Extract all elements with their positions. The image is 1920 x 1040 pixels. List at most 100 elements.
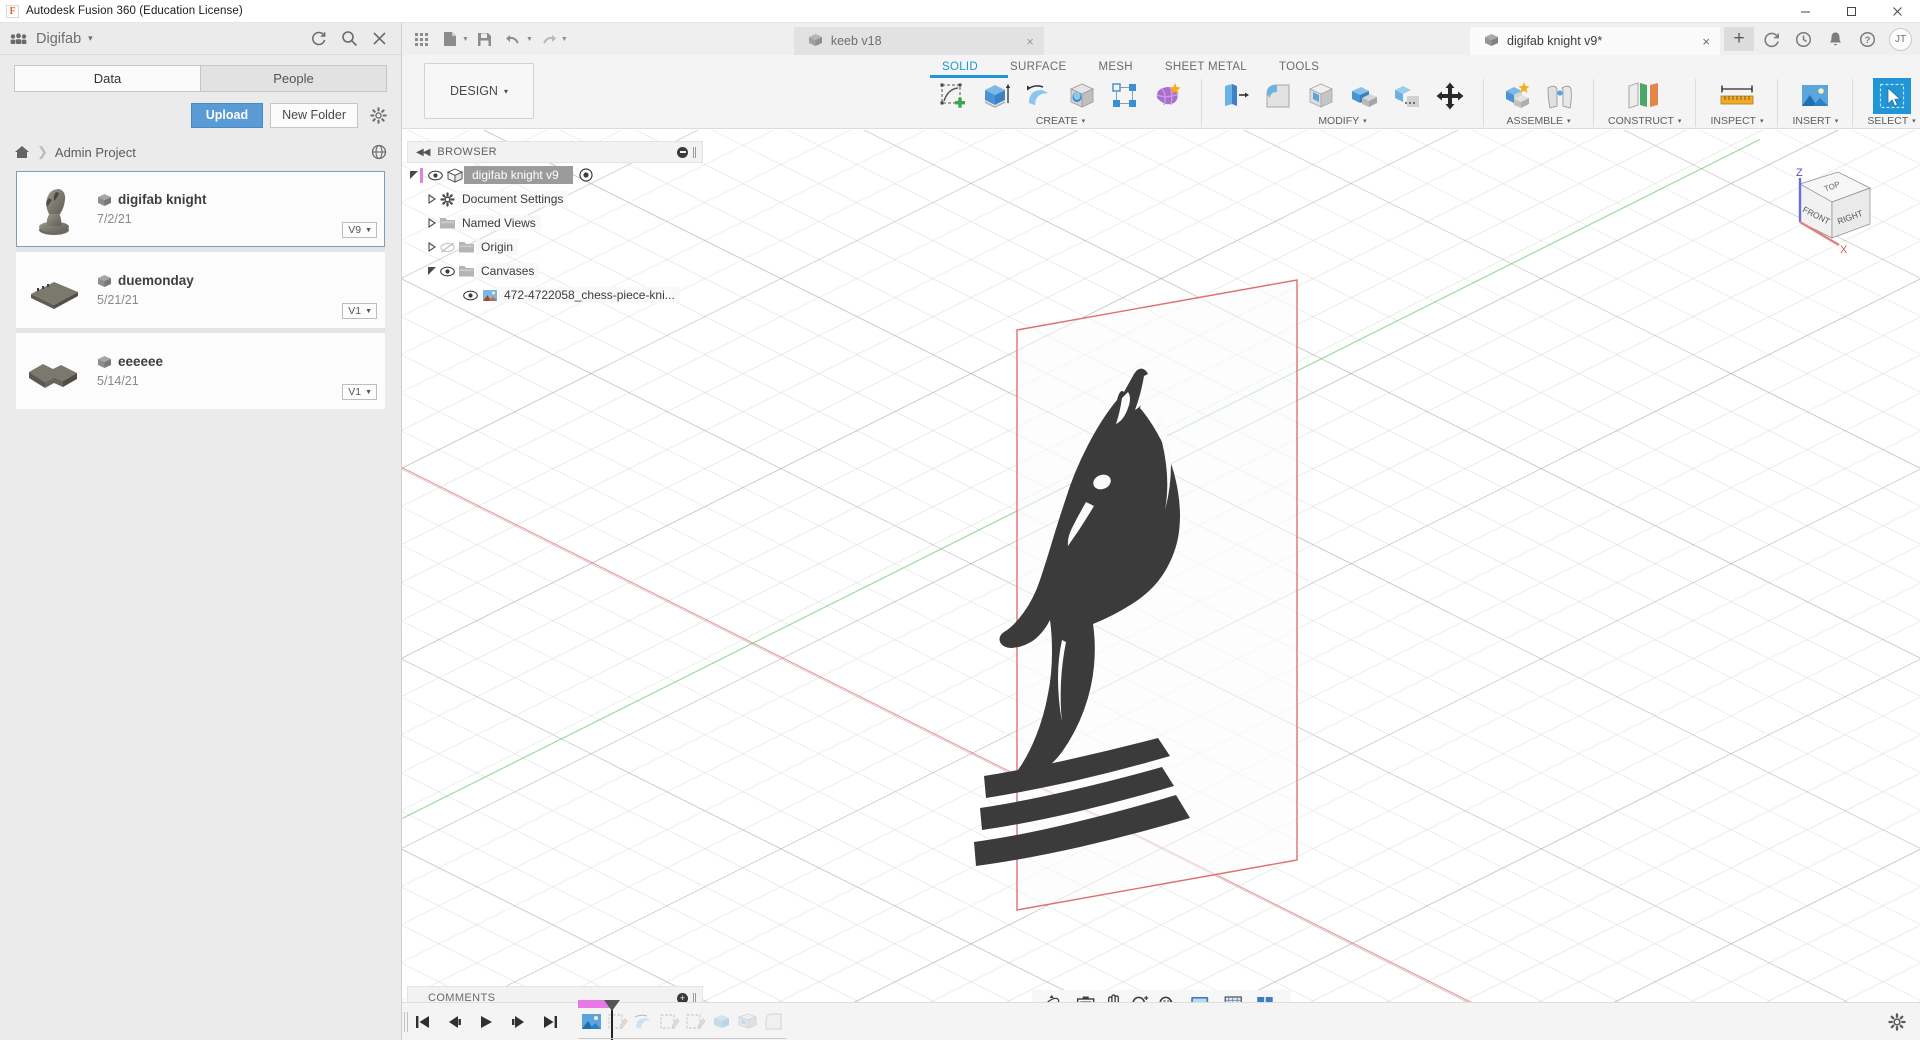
knight-canvas-drawing[interactable] — [962, 270, 1362, 950]
joint-icon[interactable] — [1541, 78, 1579, 114]
visibility-eye-icon[interactable] — [438, 266, 457, 277]
close-icon[interactable]: × — [1678, 34, 1710, 49]
timeline-settings-icon[interactable] — [1888, 1012, 1906, 1031]
offset-plane-icon[interactable] — [1617, 78, 1673, 114]
play-icon[interactable] — [476, 1011, 496, 1033]
expand-triangle-icon[interactable] — [425, 242, 438, 252]
select-window-icon[interactable] — [1872, 78, 1911, 114]
expand-triangle-icon[interactable] — [425, 194, 438, 204]
browser-node-canvas-image[interactable]: 472-4722058_chess-piece-kni... — [407, 283, 703, 307]
list-item[interactable]: digifab knight 7/2/21 V9 ▼ — [16, 171, 385, 247]
tab-data[interactable]: Data — [14, 65, 200, 92]
recent-icon[interactable] — [1788, 27, 1818, 51]
chevron-down-icon[interactable]: ▼ — [561, 36, 568, 43]
upload-button[interactable]: Upload — [190, 103, 264, 128]
revolve-icon[interactable] — [1020, 78, 1058, 114]
visibility-off-icon[interactable] — [438, 241, 457, 253]
ribbon-tab-tools[interactable]: TOOLS — [1263, 58, 1335, 77]
create-sketch-icon[interactable] — [934, 78, 972, 114]
panel-grip[interactable] — [693, 146, 696, 158]
hole-icon[interactable] — [1063, 78, 1101, 114]
expand-triangle-icon[interactable] — [425, 266, 438, 276]
refresh-icon[interactable] — [310, 30, 327, 47]
new-document-icon[interactable] — [437, 28, 463, 50]
panel-inspect-label[interactable]: INSPECT ▾ — [1710, 115, 1763, 127]
home-icon[interactable] — [14, 145, 30, 159]
chevron-down-icon[interactable]: ▼ — [462, 36, 469, 43]
insert-canvas-icon[interactable] — [1796, 78, 1834, 114]
visibility-eye-icon[interactable] — [426, 170, 445, 181]
browser-node-named-views[interactable]: Named Views — [407, 211, 703, 235]
tab-people[interactable]: People — [200, 65, 387, 92]
help-icon[interactable]: ? — [1852, 27, 1882, 51]
version-badge[interactable]: V1 ▼ — [342, 384, 377, 400]
measure-icon[interactable] — [1711, 78, 1763, 114]
version-badge[interactable]: V1 ▼ — [342, 303, 377, 319]
undo-icon[interactable] — [501, 28, 527, 50]
expand-triangle-icon[interactable] — [425, 218, 438, 228]
browser-node-canvases[interactable]: Canvases — [407, 259, 703, 283]
timeline-grip[interactable] — [404, 1012, 408, 1032]
workspace-switcher[interactable]: DESIGN ▾ — [424, 63, 534, 119]
expand-triangle-icon[interactable] — [407, 170, 420, 180]
document-tab-keeb[interactable]: keeb v18 × — [793, 27, 1044, 55]
maximize-button[interactable] — [1828, 0, 1874, 23]
document-tab-digifab-knight[interactable]: digifab knight v9* × — [1470, 27, 1720, 55]
panel-assemble-label[interactable]: ASSEMBLE ▾ — [1506, 115, 1570, 127]
gear-icon[interactable] — [370, 103, 387, 128]
new-folder-button[interactable]: New Folder — [270, 103, 358, 128]
visibility-eye-icon[interactable] — [461, 290, 480, 301]
redo-icon[interactable] — [536, 28, 562, 50]
extrude-icon[interactable] — [977, 78, 1015, 114]
chevron-down-icon[interactable]: ▾ — [88, 33, 93, 44]
jump-end-icon[interactable] — [540, 1011, 560, 1033]
step-back-icon[interactable] — [444, 1011, 464, 1033]
list-item[interactable]: duemonday 5/21/21 V1 ▼ — [16, 252, 385, 328]
app-grid-icon[interactable] — [408, 28, 434, 50]
panel-insert-label[interactable]: INSERT ▾ — [1792, 115, 1838, 127]
panel-select-label[interactable]: SELECT ▾ — [1867, 115, 1915, 127]
chevron-down-icon[interactable]: ▼ — [526, 36, 533, 43]
form-icon[interactable] — [1149, 78, 1187, 114]
combine-icon[interactable] — [1345, 78, 1383, 114]
search-icon[interactable] — [341, 30, 358, 47]
ribbon-tab-mesh[interactable]: MESH — [1082, 58, 1148, 77]
minimize-button[interactable] — [1782, 0, 1828, 23]
press-pull-icon[interactable] — [1216, 78, 1254, 114]
list-item[interactable]: eeeeee 5/14/21 V1 ▼ — [16, 333, 385, 409]
panel-construct-label[interactable]: CONSTRUCT ▾ — [1608, 115, 1681, 127]
panel-create-label[interactable]: CREATE ▾ — [1036, 115, 1085, 127]
bell-icon[interactable] — [1820, 27, 1850, 51]
jump-start-icon[interactable] — [412, 1011, 432, 1033]
minimize-panel-icon[interactable] — [677, 146, 688, 158]
pattern-icon[interactable] — [1106, 78, 1144, 114]
collapse-left-icon[interactable]: ◀◀ — [416, 147, 430, 158]
step-forward-icon[interactable] — [508, 1011, 528, 1033]
fusion360-application-window: F Autodesk Fusion 360 (Education License… — [0, 0, 1920, 1040]
fillet-icon[interactable] — [1259, 78, 1297, 114]
browser-node-origin[interactable]: Origin — [407, 235, 703, 259]
panel-modify-label[interactable]: MODIFY ▾ — [1318, 115, 1366, 127]
close-panel-icon[interactable] — [372, 31, 387, 46]
activate-component-icon[interactable] — [577, 168, 596, 182]
save-icon[interactable] — [472, 28, 498, 50]
ribbon-tab-sheet-metal[interactable]: SHEET METAL — [1149, 58, 1263, 77]
browser-node-root[interactable]: digifab knight v9 — [407, 163, 703, 187]
align-icon[interactable] — [1388, 78, 1426, 114]
shell-icon[interactable] — [1302, 78, 1340, 114]
close-icon[interactable]: × — [1002, 34, 1034, 49]
add-tab-button[interactable]: + — [1724, 27, 1754, 51]
avatar[interactable]: JT — [1889, 27, 1912, 51]
close-button[interactable] — [1874, 0, 1920, 23]
new-component-icon[interactable] — [1498, 78, 1536, 114]
breadcrumb-project[interactable]: Admin Project — [55, 145, 136, 160]
viewport-canvas[interactable]: ◀◀ BROWSER digifab knight v9 Document Se… — [402, 130, 1920, 1040]
job-status-icon[interactable] — [1756, 27, 1786, 51]
component-cube-icon — [445, 168, 464, 183]
version-badge[interactable]: V9 ▼ — [342, 222, 377, 238]
browser-node-document-settings[interactable]: Document Settings — [407, 187, 703, 211]
globe-icon[interactable] — [371, 144, 387, 160]
move-copy-icon[interactable] — [1431, 78, 1469, 114]
hub-name[interactable]: Digifab — [36, 31, 81, 47]
view-cube[interactable]: TOP FRONT RIGHT Z X — [1766, 160, 1878, 260]
